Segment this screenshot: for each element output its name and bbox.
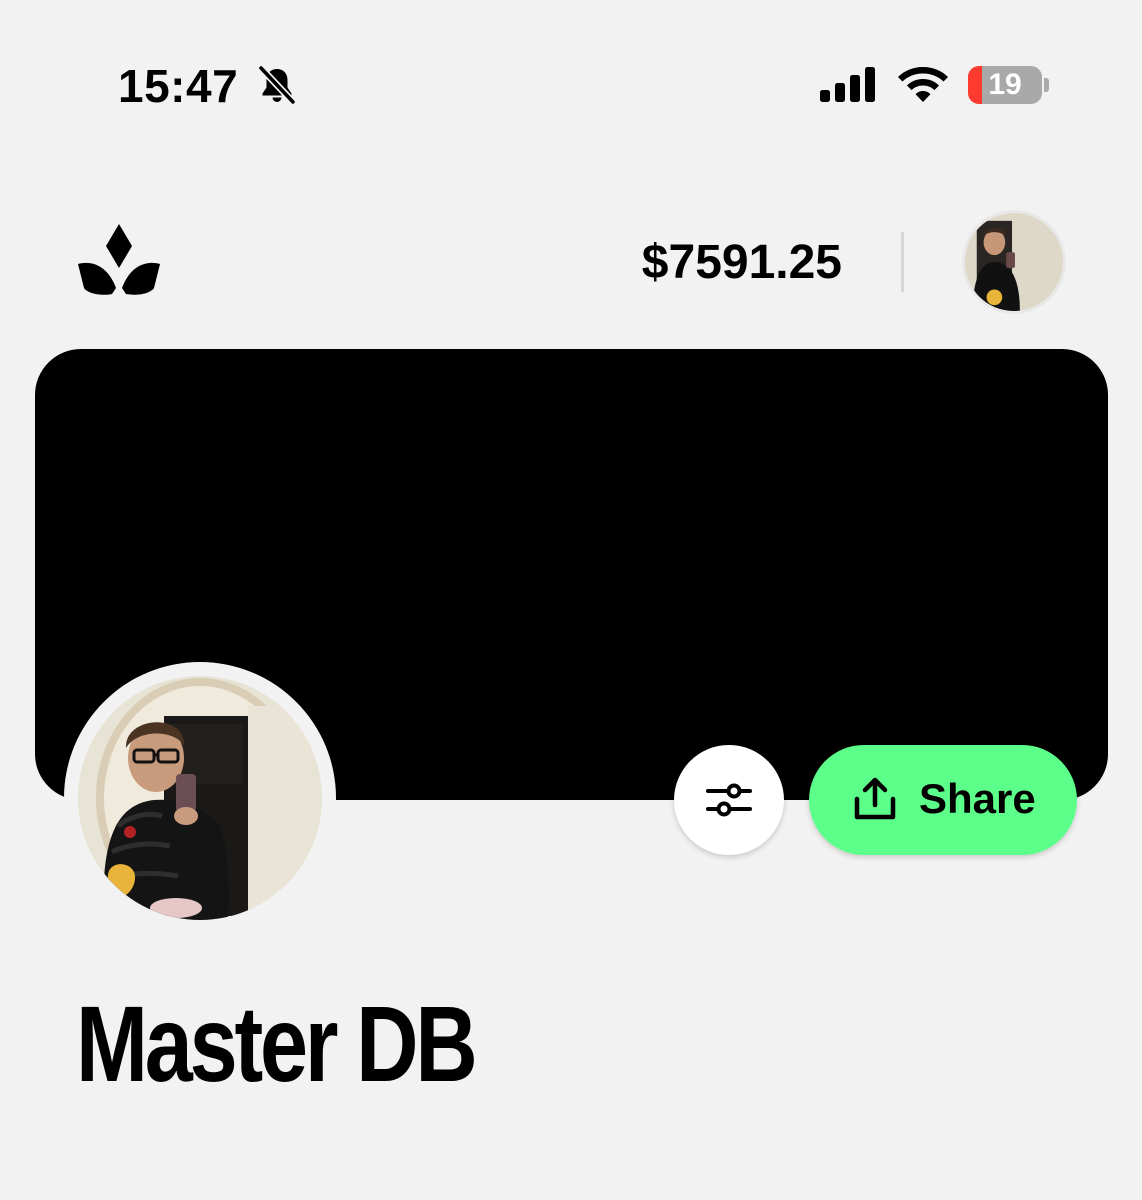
profile-avatar[interactable]	[64, 662, 336, 934]
battery-icon: 19	[968, 66, 1042, 104]
wifi-icon	[898, 67, 948, 102]
profile-screen: 15:47 19 $7591.25 Share Master DB	[0, 0, 1142, 1200]
sliders-icon	[706, 783, 752, 817]
share-button[interactable]: Share	[809, 745, 1077, 855]
wallet-balance[interactable]: $7591.25	[560, 234, 842, 292]
status-time: 15:47	[118, 60, 239, 112]
header-divider	[901, 232, 904, 292]
crown-icon[interactable]	[74, 222, 164, 298]
share-label: Share	[919, 775, 1036, 822]
battery-nub	[1044, 78, 1049, 92]
header-avatar[interactable]	[962, 210, 1066, 314]
profile-avatar-icon	[965, 213, 1063, 311]
cellular-signal-icon	[820, 67, 875, 102]
battery-percent: 19	[988, 68, 1022, 101]
profile-photo	[78, 676, 322, 920]
profile-name: Master DB	[76, 983, 478, 1104]
share-upload-icon	[854, 777, 896, 820]
bell-slash-icon	[258, 65, 296, 105]
filter-button[interactable]	[674, 745, 784, 855]
